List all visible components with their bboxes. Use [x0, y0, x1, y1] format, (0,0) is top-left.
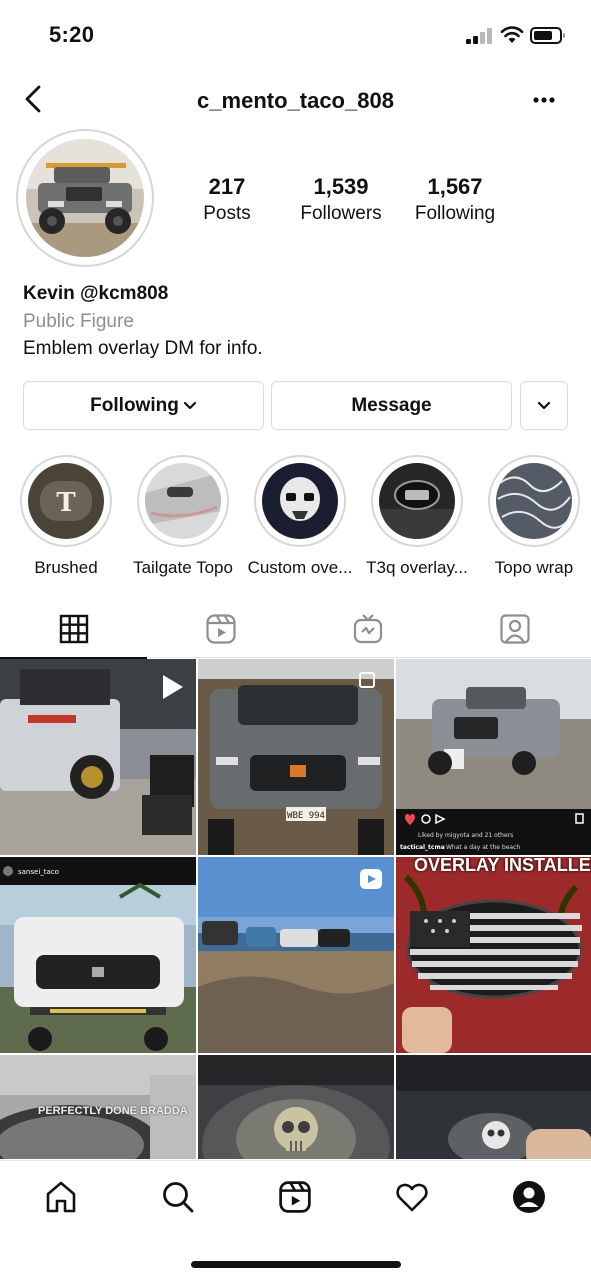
post-liked-by: Liked by migyota and 21 others — [418, 832, 513, 839]
nav-reels[interactable] — [275, 1177, 315, 1217]
highlight-topo-wrap[interactable]: Topo wrap — [478, 455, 590, 578]
post-thumbnail[interactable]: OVERLAY INSTALLED!!!! — [396, 857, 591, 1053]
highlight-label: Brushed — [34, 558, 98, 577]
grid-icon — [59, 614, 88, 644]
post-overlay-caption: OVERLAY INSTALLED!!!! — [414, 857, 591, 875]
tab-reels[interactable] — [147, 600, 294, 658]
nav-profile[interactable] — [509, 1177, 549, 1217]
post-thumbnail[interactable]: Liked by migyota and 21 others tactical_… — [396, 659, 591, 855]
svg-text:WBE 994: WBE 994 — [287, 811, 325, 821]
post-thumbnail[interactable] — [396, 1055, 591, 1159]
search-icon — [163, 1182, 194, 1213]
chevron-down-icon — [183, 401, 196, 409]
reels-icon — [279, 1181, 311, 1213]
nav-activity[interactable] — [392, 1177, 432, 1217]
post-thumbnail[interactable] — [0, 659, 196, 855]
message-button-label: Message — [351, 394, 432, 416]
post-thumbnail[interactable]: sansei_taco — [0, 857, 196, 1053]
highlight-brushed[interactable]: T Brushed — [10, 455, 122, 578]
profile-header: c_mento_taco_808 — [0, 76, 591, 124]
status-time: 5:20 — [49, 22, 95, 47]
posts-count: 217 — [208, 174, 246, 199]
svg-text:T: T — [56, 488, 76, 518]
post-overlay-caption: PERFECTLY DONE BRADDA — [38, 1105, 188, 1117]
profile-avatar[interactable] — [16, 129, 154, 267]
highlight-label: Topo wrap — [494, 558, 574, 577]
followers-label: Followers — [300, 203, 382, 224]
reels-icon — [205, 614, 236, 644]
posts-label: Posts — [203, 203, 251, 224]
following-label: Following — [414, 203, 496, 224]
post-poster-name: sansei_taco — [18, 868, 59, 876]
avatar-image — [26, 139, 144, 257]
more-options-icon[interactable] — [526, 88, 562, 112]
heart-icon — [396, 1183, 428, 1212]
tagged-icon — [499, 614, 530, 644]
highlight-cover — [496, 463, 572, 539]
tab-igtv[interactable] — [294, 600, 441, 658]
post-caption-text: What a day at the beach — [446, 844, 520, 851]
nav-search[interactable] — [158, 1177, 198, 1217]
chevron-down-icon — [537, 401, 551, 409]
highlight-custom-overlay[interactable]: Custom ove... — [244, 455, 356, 578]
stat-followers[interactable]: 1,539 Followers — [291, 174, 391, 225]
nav-home[interactable] — [41, 1177, 81, 1217]
following-button-label: Following — [90, 394, 179, 416]
post-caption-user: tactical_tcma — [400, 844, 445, 851]
profile-tabs — [0, 600, 591, 659]
highlight-label: Custom ove... — [247, 558, 353, 577]
stat-posts[interactable]: 217 Posts — [192, 174, 262, 225]
wifi-icon — [500, 26, 524, 43]
profile-category: Public Figure — [23, 311, 134, 332]
profile-display-name: Kevin @kcm808 — [23, 283, 169, 304]
post-thumbnail[interactable] — [198, 857, 394, 1053]
post-thumbnail[interactable] — [198, 1055, 394, 1159]
highlight-label: Tailgate Topo — [133, 558, 233, 577]
highlight-cover: T — [28, 463, 104, 539]
highlight-t3q-overlay[interactable]: T3q overlay... — [361, 455, 473, 578]
status-bar: 5:20 — [0, 0, 591, 70]
profile-avatar-icon — [513, 1181, 545, 1213]
highlight-tailgate-topo[interactable]: Tailgate Topo — [127, 455, 239, 578]
post-thumbnail[interactable]: PERFECTLY DONE BRADDA — [0, 1055, 196, 1159]
home-icon — [46, 1181, 76, 1213]
highlight-cover — [262, 463, 338, 539]
highlight-label: T3q overlay... — [366, 558, 468, 577]
following-button[interactable]: Following — [23, 381, 264, 430]
igtv-icon — [353, 614, 382, 644]
tab-grid[interactable] — [0, 600, 147, 659]
highlight-cover — [379, 463, 455, 539]
followers-count: 1,539 — [313, 174, 369, 199]
cellular-signal-icon — [466, 28, 494, 44]
posts-grid: WBE 994 Liked by migyota and 21 others t… — [0, 659, 591, 1159]
message-button[interactable]: Message — [271, 381, 512, 430]
battery-icon — [530, 27, 565, 44]
home-indicator — [191, 1261, 401, 1268]
post-thumbnail[interactable]: WBE 994 — [198, 659, 394, 855]
suggested-accounts-button[interactable] — [520, 381, 568, 430]
following-count: 1,567 — [427, 174, 483, 199]
highlight-cover — [145, 463, 221, 539]
profile-username: c_mento_taco_808 — [197, 88, 394, 113]
profile-bio: Emblem overlay DM for info. — [23, 338, 263, 359]
stat-following[interactable]: 1,567 Following — [405, 174, 505, 225]
tab-tagged[interactable] — [441, 600, 588, 658]
